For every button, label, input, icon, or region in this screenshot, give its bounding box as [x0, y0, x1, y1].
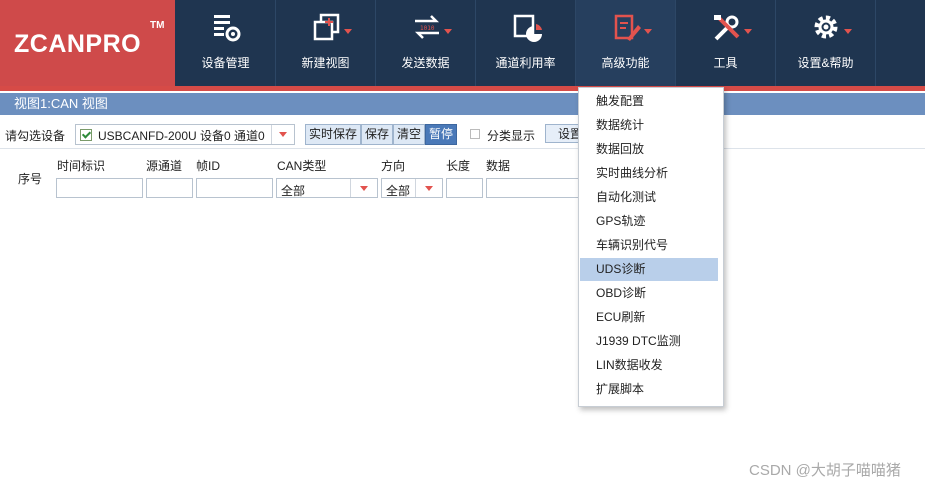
menu-item-obd-diagnosis[interactable]: OBD诊断	[580, 282, 718, 305]
time-filter-input[interactable]	[56, 178, 143, 198]
nav-label: 发送数据	[401, 56, 450, 70]
new-view-icon	[306, 13, 352, 47]
tools-icon	[706, 13, 752, 47]
menu-item-gps-track[interactable]: GPS轨迹	[580, 210, 718, 233]
nav-label: 工具	[713, 56, 738, 70]
column-header-length: 长度	[446, 159, 471, 173]
category-display-label: 分类显示	[487, 129, 536, 143]
send-data-icon: 1010	[406, 13, 452, 47]
device-select[interactable]: USBCANFD-200U 设备0 通道0	[75, 124, 295, 145]
menu-item-vin[interactable]: 车辆识别代号	[580, 234, 718, 257]
column-header-source: 源通道	[146, 159, 183, 173]
nav-tools[interactable]: 工具	[676, 0, 776, 86]
column-header-can-type: CAN类型	[277, 159, 327, 173]
can-type-filter-select[interactable]: 全部	[276, 178, 378, 198]
nav-label: 设备管理	[201, 56, 250, 70]
direction-filter-value: 全部	[386, 184, 411, 198]
pause-button[interactable]: 暂停	[425, 124, 458, 145]
device-select-value: USBCANFD-200U 设备0 通道0	[98, 129, 265, 143]
menu-item-auto-test[interactable]: 自动化测试	[580, 186, 718, 209]
data-filter-input[interactable]	[486, 178, 582, 198]
realtime-save-button[interactable]: 实时保存	[305, 124, 362, 145]
chevron-down-icon	[643, 29, 652, 34]
menu-item-extension-script[interactable]: 扩展脚本	[580, 378, 718, 401]
menu-item-uds-diagnosis[interactable]: UDS诊断	[580, 258, 718, 281]
frame-id-filter-input[interactable]	[196, 178, 273, 198]
chevron-down-icon	[443, 29, 452, 34]
nav-label: 设置&帮助	[797, 56, 854, 70]
nav-advanced[interactable]: 高级功能	[576, 0, 676, 86]
menu-item-data-statistics[interactable]: 数据统计	[580, 114, 718, 137]
nav-channel-usage[interactable]: 通道利用率	[476, 0, 576, 86]
chevron-down-icon	[743, 29, 752, 34]
device-manage-icon	[206, 13, 246, 47]
clear-button[interactable]: 清空	[393, 124, 426, 145]
advanced-functions-menu: 触发配置 数据统计 数据回放 实时曲线分析 自动化测试 GPS轨迹 车辆识别代号…	[578, 87, 724, 407]
column-header-seq: 序号	[18, 172, 43, 186]
menu-item-j1939-dtc[interactable]: J1939 DTC监测	[580, 330, 718, 353]
column-header-time: 时间标识	[57, 159, 106, 173]
chevron-down-icon[interactable]	[271, 125, 294, 144]
nav-settings-help[interactable]: 设置&帮助	[776, 0, 876, 86]
nav-new-view[interactable]: 新建视图	[276, 0, 376, 86]
menu-item-lin-data[interactable]: LIN数据收发	[580, 354, 718, 377]
can-type-filter-value: 全部	[281, 184, 306, 198]
chevron-down-icon[interactable]	[415, 179, 442, 197]
nav-send-data[interactable]: 1010 发送数据	[376, 0, 476, 86]
nav-device-manage[interactable]: 设备管理	[176, 0, 276, 86]
column-header-frame-id: 帧ID	[196, 159, 221, 173]
top-navigation-bar: ZCANPRO TM 设备管理 新建视图 1010 发送数据 通道利用率 高级功…	[0, 0, 925, 86]
brand-logo: ZCANPRO TM	[0, 0, 175, 86]
chevron-down-icon	[343, 29, 352, 34]
device-checkbox[interactable]	[80, 129, 92, 141]
chevron-down-icon[interactable]	[350, 179, 377, 197]
channel-usage-icon	[506, 13, 546, 47]
chevron-down-icon	[843, 29, 852, 34]
save-button[interactable]: 保存	[361, 124, 394, 145]
view-title: 视图1:CAN 视图	[14, 96, 108, 111]
logo-trademark: TM	[150, 20, 165, 31]
settings-icon	[806, 13, 852, 47]
column-header-data: 数据	[486, 159, 511, 173]
accent-divider	[0, 86, 925, 91]
advanced-icon	[606, 13, 652, 47]
direction-filter-select[interactable]: 全部	[381, 178, 443, 198]
menu-item-trigger-config[interactable]: 触发配置	[580, 90, 718, 113]
nav-label: 高级功能	[601, 56, 650, 70]
menu-item-data-playback[interactable]: 数据回放	[580, 138, 718, 161]
device-select-label: 请勾选设备	[5, 129, 66, 143]
length-filter-input[interactable]	[446, 178, 483, 198]
source-filter-input[interactable]	[146, 178, 193, 198]
svg-text:1010: 1010	[420, 25, 435, 32]
nav-label: 通道利用率	[495, 56, 556, 70]
nav-label: 新建视图	[301, 56, 350, 70]
view-toolbar: 请勾选设备 USBCANFD-200U 设备0 通道0 实时保存 保存 清空 暂…	[0, 120, 925, 149]
menu-item-ecu-flash[interactable]: ECU刷新	[580, 306, 718, 329]
column-header-direction: 方向	[381, 159, 406, 173]
menu-item-realtime-curve[interactable]: 实时曲线分析	[580, 162, 718, 185]
watermark: CSDN @大胡子喵喵猪	[749, 462, 901, 479]
logo-text: ZCANPRO	[14, 30, 142, 58]
view-title-bar: 视图1:CAN 视图	[0, 93, 925, 115]
category-display-checkbox[interactable]	[470, 129, 480, 139]
